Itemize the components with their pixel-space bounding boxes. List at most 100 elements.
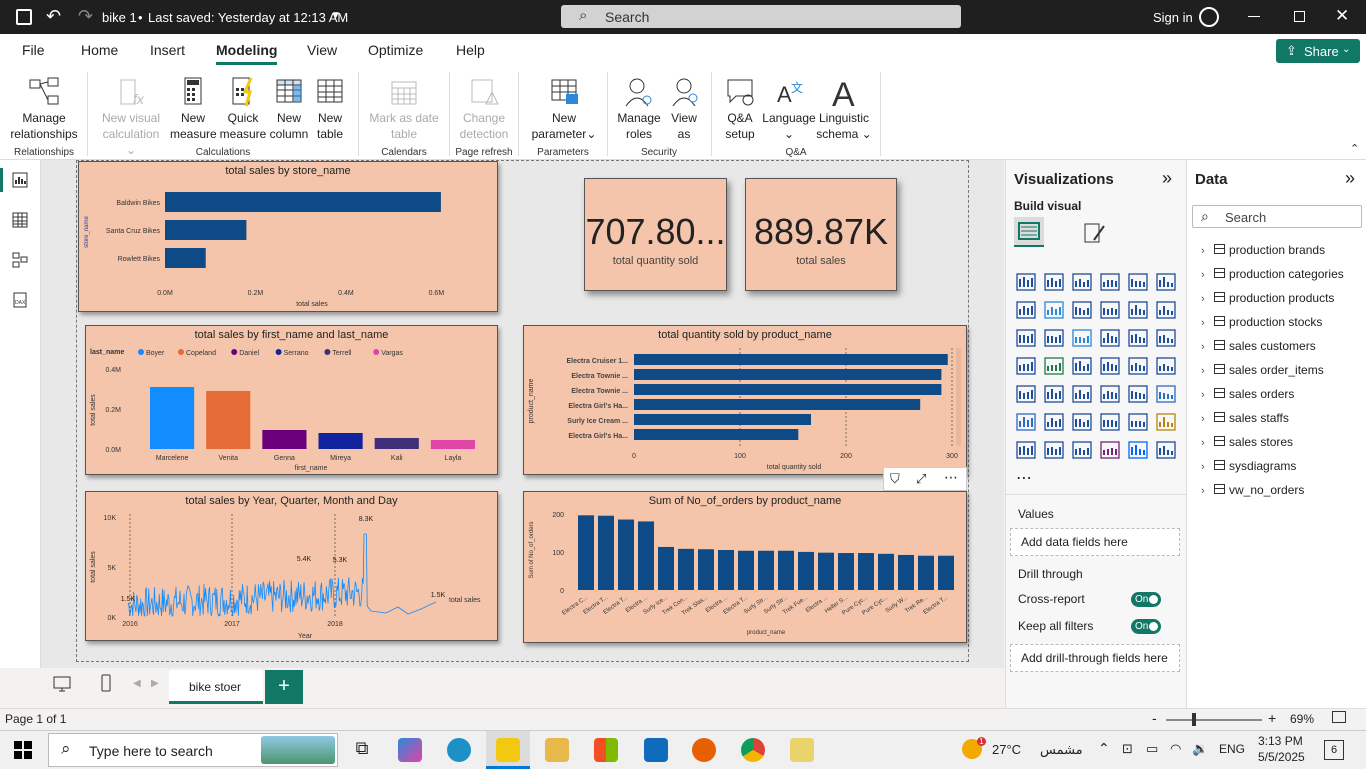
power-apps-icon[interactable] [1100, 441, 1120, 459]
zoom-slider[interactable] [1166, 719, 1262, 721]
keep-filters-toggle[interactable]: On [1131, 619, 1161, 634]
narrative-icon[interactable] [1156, 441, 1176, 459]
qa-setup-button[interactable]: Q&A setup [718, 76, 762, 142]
treemap-icon[interactable] [1016, 357, 1036, 375]
waterfall-icon[interactable] [1128, 301, 1148, 319]
visual-sales-by-name[interactable]: total sales by first_name and last_name … [85, 325, 498, 475]
model-view-icon[interactable] [12, 252, 28, 268]
clock-time[interactable]: 3:13 PM [1258, 734, 1303, 748]
area-icon[interactable] [1044, 301, 1064, 319]
power-automate-icon[interactable] [1128, 441, 1148, 459]
clock-date[interactable]: 5/5/2025 [1258, 750, 1305, 764]
metrics-icon[interactable] [1156, 413, 1176, 431]
desktop-layout-icon[interactable] [53, 676, 71, 692]
cross-report-toggle[interactable]: On [1131, 592, 1161, 607]
r-visual-icon[interactable] [1156, 385, 1176, 403]
visual-quantity-by-product[interactable]: total quantity sold by product_name 0 100… [523, 325, 967, 475]
chevron-up-icon[interactable]: ⌃ [1098, 740, 1110, 757]
stacked-column-icon[interactable] [1044, 273, 1064, 291]
scatter-icon[interactable] [1100, 329, 1120, 347]
dax-query-view-icon[interactable]: DAX [12, 292, 28, 308]
filled-map-icon[interactable] [1072, 357, 1092, 375]
chrome-icon[interactable] [741, 738, 765, 762]
wifi-icon[interactable]: ◠ [1170, 741, 1181, 757]
kpi-icon[interactable] [1044, 385, 1064, 403]
menu-help[interactable]: Help [456, 42, 485, 58]
card-icon[interactable] [1156, 357, 1176, 375]
matrix-icon[interactable] [1128, 385, 1148, 403]
data-table-item[interactable]: › sales order_items [1201, 363, 1324, 377]
multi-row-card-icon[interactable] [1016, 385, 1036, 403]
zoom-in-icon[interactable]: + [1268, 710, 1276, 726]
key-influencers-icon[interactable] [1044, 413, 1064, 431]
new-visual-calculation-button[interactable]: fx New visual calculation ⌄ [96, 76, 166, 158]
redo-icon[interactable]: ↷ [78, 6, 93, 27]
slicer-new-icon[interactable] [1072, 441, 1092, 459]
line-icon[interactable] [1016, 301, 1036, 319]
visual-orders-by-product[interactable]: Sum of No_of_orders by product_name 0 100… [523, 491, 967, 643]
pie-icon[interactable] [1128, 329, 1148, 347]
data-table-item[interactable]: › vw_no_orders [1201, 483, 1304, 497]
report-view-icon[interactable] [12, 172, 28, 188]
data-table-item[interactable]: › production products [1201, 291, 1334, 305]
taskbar-search[interactable]: ⌕ Type here to search [48, 733, 338, 767]
paginated-icon[interactable] [1016, 441, 1036, 459]
edge-icon[interactable] [447, 738, 471, 762]
map-icon[interactable] [1044, 357, 1064, 375]
new-table-button[interactable]: New table [308, 76, 352, 142]
last-saved[interactable]: Last saved: Yesterday at 12:13 AM [148, 10, 348, 25]
notifications-icon[interactable]: 6 [1324, 740, 1344, 760]
menu-modeling[interactable]: Modeling [216, 42, 278, 65]
minimize-icon[interactable] [1248, 16, 1260, 17]
save-icon[interactable] [16, 9, 32, 25]
firefox-icon[interactable] [692, 738, 716, 762]
maximize-icon[interactable] [1294, 11, 1305, 22]
format-visual-icon[interactable] [1082, 220, 1108, 246]
file-explorer-icon[interactable] [545, 738, 569, 762]
values-dropzone[interactable]: Add data fields here [1010, 528, 1180, 556]
collapse-pane-icon[interactable]: » [1162, 168, 1172, 189]
copilot-icon[interactable] [398, 738, 422, 762]
linguistic-schema-button[interactable]: A Linguistic schema ⌄ [816, 76, 872, 142]
kpi-card-sales[interactable]: 889.87K total sales [745, 178, 897, 291]
quick-measure-button[interactable]: Quick measure [218, 76, 268, 142]
stacked-area-icon[interactable] [1072, 301, 1092, 319]
add-page-button[interactable]: + [265, 670, 303, 704]
data-table-item[interactable]: › production stocks [1201, 315, 1322, 329]
decomposition-tree-icon[interactable] [1072, 413, 1092, 431]
outlook-icon[interactable] [644, 738, 668, 762]
search-box[interactable]: ⌕ Search [561, 5, 961, 28]
manage-roles-button[interactable]: Manage roles [614, 76, 664, 142]
stacked-bar-icon[interactable] [1016, 273, 1036, 291]
meet-now-icon[interactable]: ⊡ [1122, 741, 1133, 757]
table-view-icon[interactable] [12, 212, 28, 228]
card-new-icon[interactable] [1044, 441, 1064, 459]
data-table-item[interactable]: › sysdiagrams [1201, 459, 1296, 473]
avatar-icon[interactable] [1199, 7, 1219, 27]
filter-icon[interactable]: ⛉ [890, 471, 900, 487]
page-tab[interactable]: bike stoer [169, 670, 263, 704]
zoom-slider-thumb[interactable] [1192, 713, 1196, 726]
fit-to-page-icon[interactable] [1332, 711, 1346, 723]
focus-mode-icon[interactable]: ⤢ [916, 471, 926, 487]
task-view-icon[interactable]: ⧉ [350, 738, 374, 762]
snipping-tool-icon[interactable] [790, 738, 814, 762]
view-as-button[interactable]: View as [664, 76, 704, 142]
chevron-down-icon[interactable]: ▼ [331, 10, 341, 21]
funnel-icon[interactable] [1072, 329, 1092, 347]
qa-icon[interactable] [1100, 413, 1120, 431]
menu-home[interactable]: Home [81, 42, 118, 58]
gauge-icon[interactable] [1128, 357, 1148, 375]
report-canvas[interactable]: total sales by store_name Baldwin Bikes S… [41, 160, 1004, 668]
zoom-out-icon[interactable]: - [1152, 710, 1157, 726]
data-table-item[interactable]: › sales staffs [1201, 411, 1289, 425]
store-icon[interactable] [594, 738, 618, 762]
menu-insert[interactable]: Insert [150, 42, 185, 58]
change-detection-button[interactable]: Change detection [454, 76, 514, 142]
menu-view[interactable]: View [307, 42, 337, 58]
kpi-card-quantity[interactable]: 707.80... total quantity sold [584, 178, 727, 291]
ribbon-icon[interactable] [1100, 301, 1120, 319]
powerbi-icon[interactable] [496, 738, 520, 762]
100-bar-icon[interactable] [1128, 273, 1148, 291]
clustered-bar-icon[interactable] [1072, 273, 1092, 291]
